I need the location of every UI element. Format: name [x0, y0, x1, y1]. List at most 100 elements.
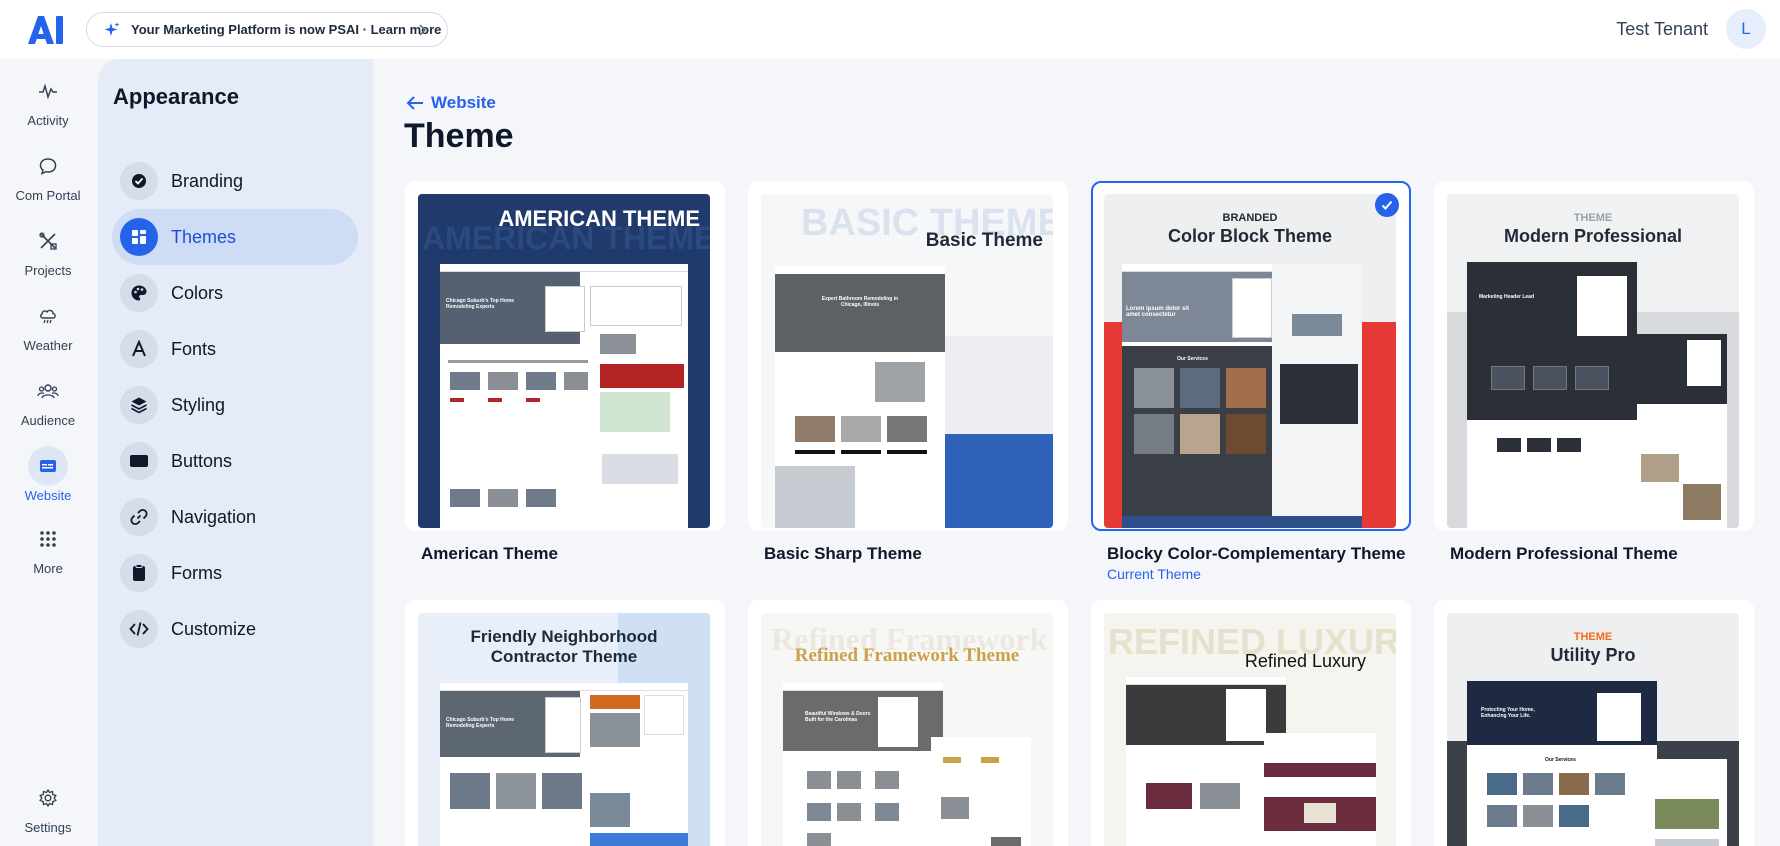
rail-item-audience[interactable]: Audience: [0, 371, 96, 437]
promo-banner[interactable]: Your Marketing Platform is now PSAI · Le…: [86, 12, 448, 47]
rail-label: Activity: [27, 113, 69, 128]
tenant-name[interactable]: Test Tenant: [1616, 19, 1708, 40]
page-title: Theme: [404, 117, 514, 155]
rail-label: More: [33, 561, 63, 576]
rail-item-website[interactable]: Website: [0, 446, 96, 512]
rail-item-weather[interactable]: Weather: [0, 296, 96, 362]
theme-name: Modern Professional Theme: [1450, 544, 1678, 563]
browser-icon: [28, 446, 68, 486]
menu-item-branding[interactable]: Branding: [112, 153, 358, 209]
theme-card-refined-luxury[interactable]: REFINED LUXURY Refined Luxury: [1091, 600, 1411, 846]
thumb-small-title: Protecting Your Home, Enhancing Your Lif…: [1481, 707, 1535, 719]
thumb-title: Refined Framework Theme: [794, 645, 1020, 666]
rail-label: Weather: [23, 338, 73, 353]
rail-item-more[interactable]: More: [0, 519, 96, 585]
menu-label: Fonts: [171, 338, 217, 359]
menu-item-navigation[interactable]: Navigation: [112, 489, 358, 545]
button-rect-icon: [120, 442, 158, 480]
layout-grid-icon: [120, 218, 158, 256]
menu-item-forms[interactable]: Forms: [112, 545, 358, 601]
thumb-title: Color Block Theme: [1167, 226, 1333, 246]
menu-item-customize[interactable]: Customize: [112, 601, 358, 657]
theme-thumbnail: Refined Framework Refined Framework Them…: [761, 613, 1053, 846]
rail-item-com-portal[interactable]: Com Portal: [0, 146, 96, 212]
menu-label: Branding: [171, 170, 244, 191]
back-link-label: Website: [431, 93, 496, 112]
tools-icon: [28, 221, 68, 261]
thumb-title: Refined Luxury: [1244, 651, 1366, 671]
rail-item-activity[interactable]: Activity: [0, 71, 96, 137]
chevron-right-icon: [419, 24, 427, 36]
main-content: Website Theme AMERICAN THEME AMERICAN TH…: [373, 59, 1780, 846]
appearance-panel: Appearance Branding Themes Colors Fonts …: [98, 59, 373, 846]
thumb-title: Utility Pro: [1550, 645, 1636, 665]
link-icon: [120, 498, 158, 536]
theme-card-utility-pro[interactable]: THEME Utility Pro Protecting Your Home, …: [1434, 600, 1754, 846]
thumb-title: Modern Professional: [1503, 226, 1683, 246]
arrow-left-icon: [406, 96, 423, 110]
top-bar: Your Marketing Platform is now PSAI · Le…: [0, 0, 1780, 59]
menu-label: Forms: [171, 562, 222, 583]
theme-name: Blocky Color-Complementary Theme: [1107, 544, 1406, 563]
clipboard-icon: [120, 554, 158, 592]
thumb-kicker: THEME: [1573, 212, 1613, 224]
rail-label: Settings: [24, 820, 72, 835]
theme-card-american[interactable]: AMERICAN THEME AMERICAN THEME Chicago Su…: [405, 181, 725, 563]
users-icon: [28, 371, 68, 411]
current-theme-label: Current Theme: [1107, 566, 1201, 582]
rail-label: Com Portal: [15, 188, 81, 203]
badge-check-icon: [120, 162, 158, 200]
thumb-title-line-1: Friendly Neighborhood: [470, 627, 658, 646]
theme-card-friendly-neighborhood[interactable]: Friendly Neighborhood Contractor Theme C…: [405, 600, 725, 846]
menu-item-colors[interactable]: Colors: [112, 265, 358, 321]
menu-item-buttons[interactable]: Buttons: [112, 433, 358, 489]
rail-label: Audience: [20, 413, 76, 428]
theme-card-basic-sharp[interactable]: BASIC THEME Basic Theme Expert Bathroom …: [748, 181, 1068, 563]
back-to-website-link[interactable]: Website: [405, 93, 496, 113]
user-avatar[interactable]: L: [1726, 9, 1766, 49]
theme-name: Basic Sharp Theme: [764, 544, 922, 563]
theme-thumbnail: REFINED LUXURY Refined Luxury: [1104, 613, 1396, 846]
thumb-small-title: Marketing Header Lead: [1479, 294, 1535, 300]
app-logo[interactable]: [26, 14, 66, 46]
thumb-section-title: Our Services: [1177, 356, 1208, 362]
theme-thumbnail: Friendly Neighborhood Contractor Theme C…: [418, 613, 710, 846]
thumb-small-title: Expert Bathroom Remodeling in Chicago, I…: [821, 296, 899, 308]
thumb-small-title: Chicago Suburb's Top Home Remodeling Exp…: [446, 298, 515, 310]
rail-item-projects[interactable]: Projects: [0, 221, 96, 287]
theme-card-blocky-color-complementary[interactable]: BRANDED Color Block Theme Lorem ipsum do…: [1091, 181, 1411, 582]
menu-label: Buttons: [171, 450, 233, 471]
code-icon: [120, 610, 158, 648]
thumb-small-title: Lorem ipsum dolor sit amet consectetur: [1126, 306, 1190, 318]
activity-icon: [28, 71, 68, 111]
menu-item-fonts[interactable]: Fonts: [112, 321, 358, 377]
panel-title: Appearance: [113, 84, 239, 109]
layers-icon: [120, 386, 158, 424]
left-rail: Activity Com Portal Projects Weather Aud…: [0, 59, 96, 846]
theme-thumbnail: THEME Utility Pro Protecting Your Home, …: [1447, 613, 1739, 846]
cloud-rain-icon: [28, 296, 68, 336]
theme-card-refined-framework[interactable]: Refined Framework Refined Framework Them…: [748, 600, 1068, 846]
theme-thumbnail: BASIC THEME Basic Theme Expert Bathroom …: [761, 194, 1053, 528]
grid-dots-icon: [28, 519, 68, 559]
thumb-title: Basic Theme: [925, 230, 1043, 251]
menu-item-themes[interactable]: Themes: [112, 209, 358, 265]
thumb-kicker: THEME: [1573, 631, 1613, 643]
theme-thumbnail: AMERICAN THEME AMERICAN THEME Chicago Su…: [418, 194, 710, 528]
thumb-kicker: BRANDED: [1222, 212, 1278, 224]
menu-label: Navigation: [171, 506, 257, 527]
menu-item-styling[interactable]: Styling: [112, 377, 358, 433]
palette-icon: [120, 274, 158, 312]
rail-label: Projects: [24, 263, 72, 278]
theme-thumbnail: THEME Modern Professional Marketing Head…: [1447, 194, 1739, 528]
rail-item-settings[interactable]: Settings: [0, 778, 96, 844]
selected-check-icon: [1375, 193, 1399, 217]
gear-icon: [28, 778, 68, 818]
menu-label: Colors: [171, 282, 224, 303]
theme-name: American Theme: [421, 544, 558, 563]
sparkle-icon: [104, 21, 120, 36]
thumb-section-title: Our Services: [1545, 757, 1576, 763]
theme-card-modern-professional[interactable]: THEME Modern Professional Marketing Head…: [1434, 181, 1754, 563]
menu-label: Customize: [171, 618, 257, 639]
thumb-title-line-2: Contractor Theme: [490, 647, 638, 666]
